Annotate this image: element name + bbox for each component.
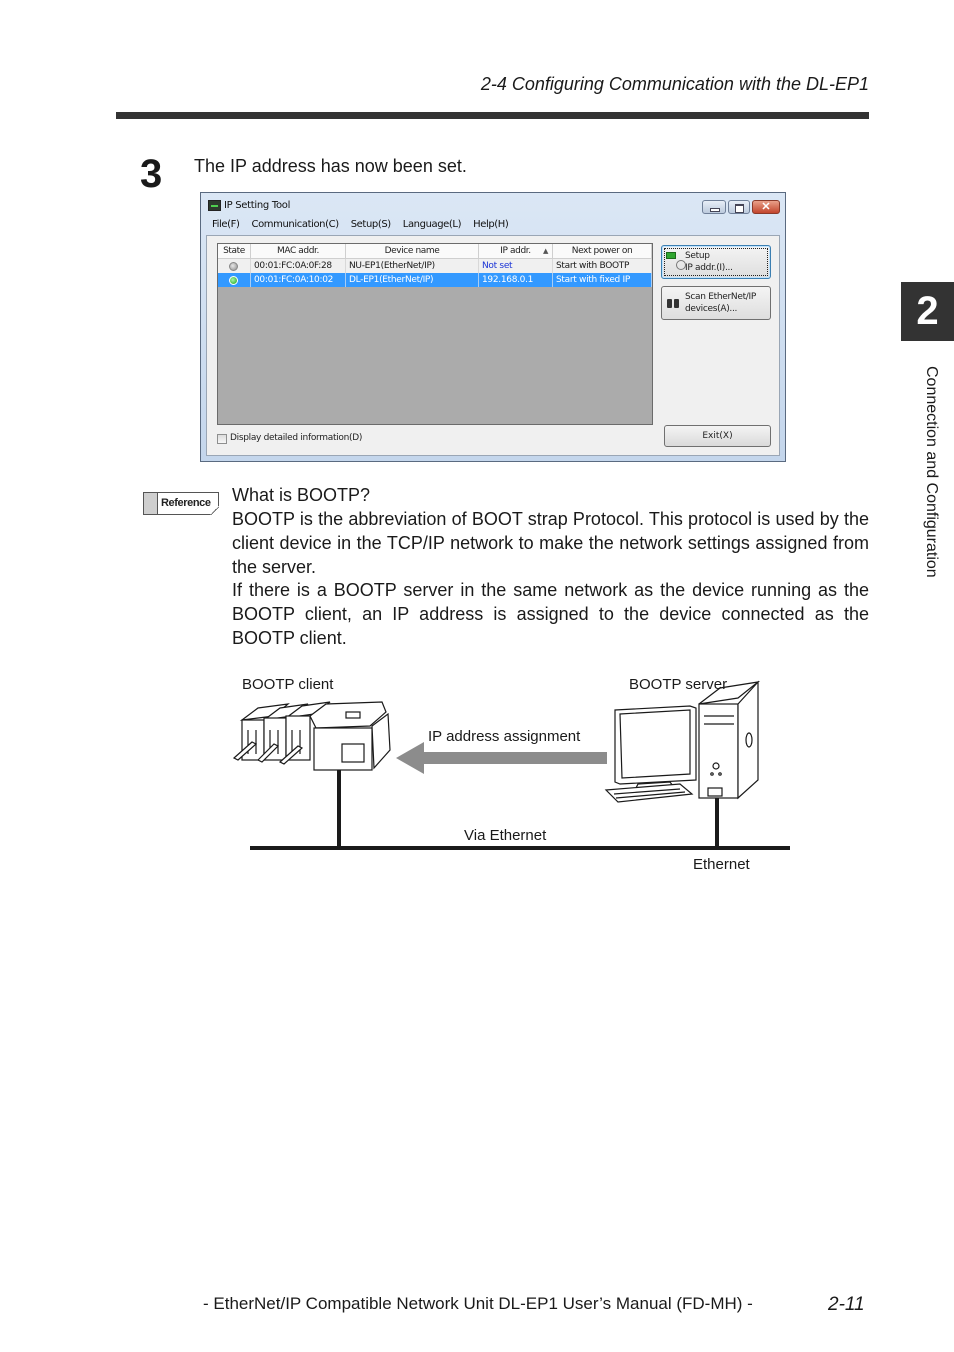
setup-button-line2: IP addr.(I)...: [685, 263, 733, 273]
client-drop-line: [337, 768, 341, 848]
close-button[interactable]: ✕: [752, 200, 780, 214]
reference-paragraph: If there is a BOOTP server in the same n…: [232, 580, 869, 648]
bootp-diagram: BOOTP client BOOTP server IP address ass…: [230, 670, 800, 880]
window-title: IP Setting Tool: [224, 200, 291, 211]
ethernet-label: Ethernet: [693, 856, 750, 873]
close-icon: ✕: [761, 201, 771, 213]
scan-button-line1: Scan EtherNet/IP: [685, 292, 757, 302]
bootp-server-computer-icon: [604, 680, 761, 803]
display-detailed-info-checkbox[interactable]: [217, 434, 227, 444]
menu-file[interactable]: File(F): [206, 217, 246, 233]
bootp-client-label: BOOTP client: [242, 676, 334, 693]
display-detailed-info-label[interactable]: Display detailed information(D): [230, 433, 362, 443]
column-header-state[interactable]: State: [218, 244, 251, 258]
menu-bar: File(F) Communication(C) Setup(S) Langua…: [206, 217, 780, 233]
sort-ascending-icon: ▲: [543, 247, 548, 255]
device-list[interactable]: State MAC addr. Device name IP addr. ▲ Ne…: [217, 243, 653, 425]
ethernet-bus-line: [250, 846, 790, 850]
reference-paragraph: BOOTP is the abbreviation of BOOT strap …: [232, 509, 869, 577]
mac-cell: 00:01:FC:0A:0F:28: [251, 259, 346, 273]
reference-badge: Reference: [143, 492, 219, 515]
column-header-ip-label: IP addr.: [500, 246, 531, 256]
page-fold-icon: [210, 506, 219, 515]
via-ethernet-label: Via Ethernet: [464, 827, 547, 844]
reference-badge-tab: [144, 493, 158, 514]
device-name-cell: DL-EP1(EtherNet/IP): [346, 273, 479, 287]
ip-assignment-arrow: [396, 742, 607, 774]
bootp-client-device-icon: [232, 701, 391, 771]
step-text: The IP address has now been set.: [194, 156, 467, 176]
minimize-button[interactable]: [702, 200, 726, 214]
column-header-ip[interactable]: IP addr. ▲: [479, 244, 553, 258]
chapter-tab: 2: [901, 282, 954, 341]
client-area: State MAC addr. Device name IP addr. ▲ Ne…: [206, 235, 780, 456]
table-row-selected[interactable]: 00:01:FC:0A:10:02 DL-EP1(EtherNet/IP) 19…: [218, 273, 652, 287]
column-header-next-power-on[interactable]: Next power on: [553, 244, 652, 258]
table-row[interactable]: 00:01:FC:0A:0F:28 NU-EP1(EtherNet/IP) No…: [218, 259, 652, 273]
ip-cell: Not set: [479, 259, 553, 273]
ip-cell: 192.168.0.1: [479, 273, 553, 287]
status-green-icon: [229, 276, 238, 285]
reference-title: What is BOOTP?: [232, 485, 371, 505]
setup-ip-address-button[interactable]: Setup IP addr.(I)...: [661, 245, 771, 279]
reference-badge-label: Reference: [161, 497, 211, 509]
state-cell: [218, 273, 251, 287]
next-power-on-cell: Start with fixed IP: [553, 273, 652, 287]
setup-button-line1: Setup: [685, 251, 710, 261]
mac-cell: 00:01:FC:0A:10:02: [251, 273, 346, 287]
status-gray-icon: [229, 262, 238, 271]
exit-button[interactable]: Exit(X): [664, 425, 771, 447]
column-header-device-name[interactable]: Device name: [346, 244, 479, 258]
server-drop-line: [715, 798, 719, 848]
chapter-title: Connection and Configuration: [923, 366, 940, 578]
scan-button-line2: devices(A)...: [685, 304, 738, 314]
footer-manual-title: - EtherNet/IP Compatible Network Unit DL…: [203, 1294, 753, 1313]
page-number: 2-11: [828, 1294, 865, 1315]
next-power-on-cell: Start with BOOTP: [553, 259, 652, 273]
ip-assignment-label: IP address assignment: [428, 728, 581, 745]
menu-language[interactable]: Language(L): [397, 217, 467, 233]
state-cell: [218, 259, 251, 273]
device-name-cell: NU-EP1(EtherNet/IP): [346, 259, 479, 273]
menu-communication[interactable]: Communication(C): [246, 217, 345, 233]
title-bar: IP Setting Tool ✕: [201, 193, 785, 215]
app-icon: [208, 200, 221, 211]
menu-help[interactable]: Help(H): [467, 217, 514, 233]
device-list-header: State MAC addr. Device name IP addr. ▲ Ne…: [218, 244, 652, 259]
setup-ip-icon: [666, 252, 686, 270]
reference-body: BOOTP is the abbreviation of BOOT strap …: [232, 508, 869, 651]
scan-devices-button[interactable]: Scan EtherNet/IP devices(A)...: [661, 286, 771, 320]
ip-setting-tool-window: IP Setting Tool ✕ File(F) Communication(…: [200, 192, 786, 462]
bootp-server-label: BOOTP server: [629, 676, 728, 693]
menu-setup[interactable]: Setup(S): [345, 217, 397, 233]
running-header: 2-4 Configuring Communication with the D…: [480, 74, 869, 94]
step-number: 3: [140, 152, 163, 196]
column-header-mac[interactable]: MAC addr.: [251, 244, 346, 258]
binoculars-icon: [667, 297, 681, 309]
bootp-diagram-drawing: [232, 680, 790, 850]
maximize-button[interactable]: [728, 200, 750, 214]
header-rule: [116, 112, 869, 119]
